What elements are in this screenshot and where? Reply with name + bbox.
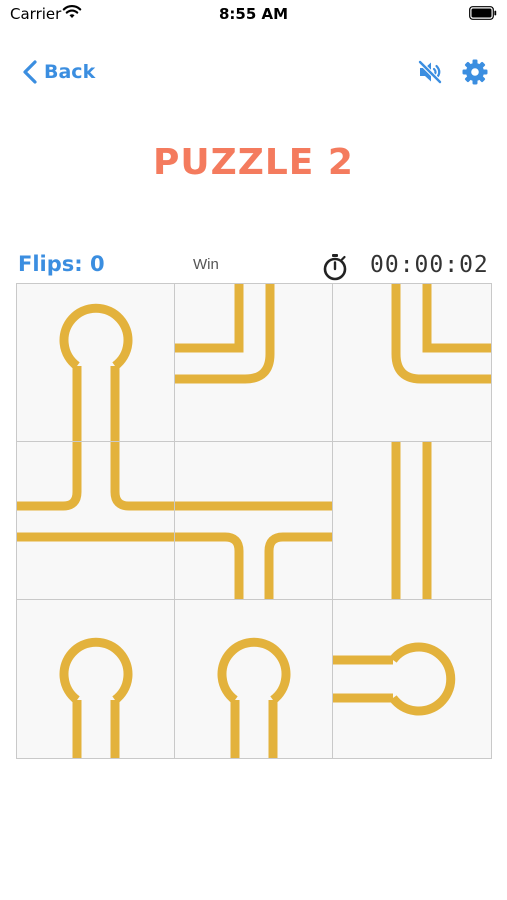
tile-r1-c3[interactable] xyxy=(332,283,492,443)
puzzle-title: PUZZLE 2 xyxy=(153,142,354,183)
back-button[interactable]: Back xyxy=(22,58,95,86)
pipe-t-junction-icon xyxy=(175,501,333,600)
tile-r3-c2[interactable] xyxy=(174,599,334,759)
battery-icon xyxy=(469,6,497,20)
stopwatch-icon xyxy=(323,254,347,281)
pipe-t-junction-icon xyxy=(17,442,175,542)
pipe-endpoint-icon xyxy=(217,637,291,758)
gear-icon[interactable] xyxy=(461,58,489,86)
back-label: Back xyxy=(44,61,96,83)
tile-r1-c2[interactable] xyxy=(174,283,334,443)
navigation-bar: Back xyxy=(0,52,507,92)
pipe-corner-icon xyxy=(175,284,275,384)
chevron-left-icon xyxy=(23,60,37,84)
flips-counter: Flips: 0 xyxy=(18,252,105,276)
timer: 00:00:02 xyxy=(370,252,489,278)
tile-r1-c1[interactable] xyxy=(16,283,176,443)
game-board xyxy=(16,283,492,759)
pipe-endpoint-icon xyxy=(59,303,133,442)
tile-r2-c3[interactable] xyxy=(332,441,492,601)
pipe-endpoint-icon xyxy=(59,637,133,758)
stats-row: Flips: 0 Win 00:00:02 xyxy=(0,250,507,284)
tile-r2-c2[interactable] xyxy=(174,441,334,601)
pipe-corner-icon xyxy=(391,284,491,384)
win-label: Win xyxy=(193,256,219,273)
pipe-endpoint-icon xyxy=(333,642,456,716)
tile-r3-c1[interactable] xyxy=(16,599,176,759)
tile-r3-c3[interactable] xyxy=(332,599,492,759)
clock-time: 8:55 AM xyxy=(218,5,289,23)
pipe-straight-icon xyxy=(391,442,432,600)
status-bar: Carrier 8:55 AM xyxy=(0,0,507,30)
tile-r2-c1[interactable] xyxy=(16,441,176,601)
speaker-muted-icon[interactable] xyxy=(416,58,444,86)
